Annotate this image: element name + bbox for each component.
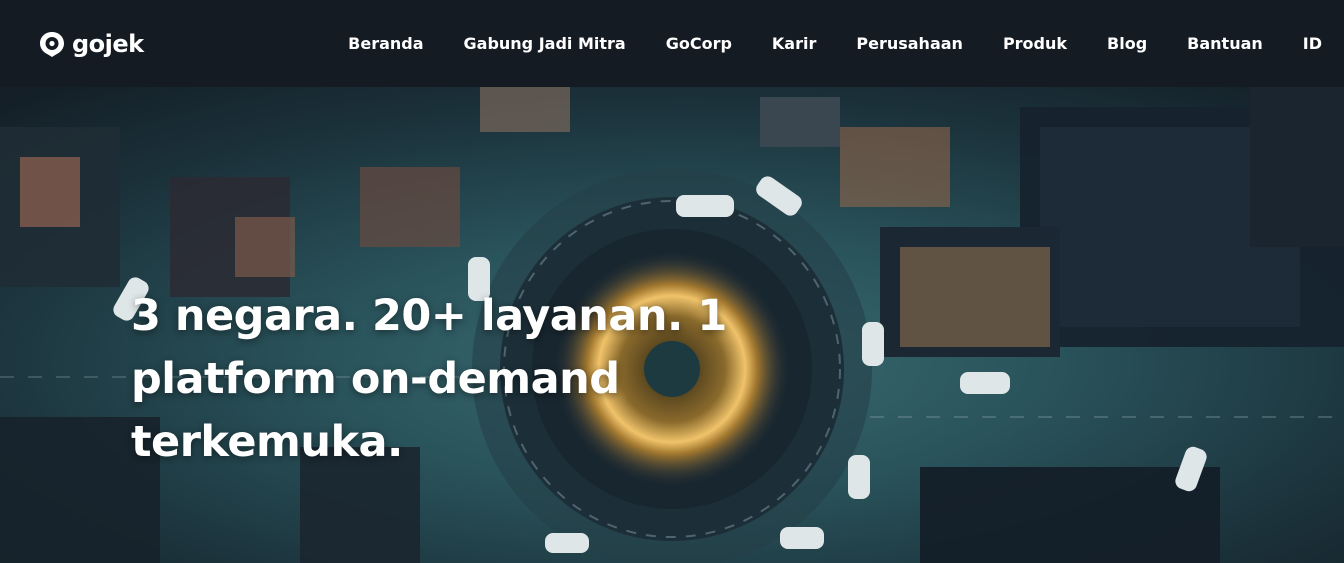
gojek-logo[interactable]: gojek (38, 28, 144, 60)
top-navigation-bar: gojek Beranda Gabung Jadi Mitra GoCorp K… (0, 0, 1344, 87)
nav-item-beranda[interactable]: Beranda (348, 34, 423, 53)
nav-menu: Beranda Gabung Jadi Mitra GoCorp Karir P… (308, 0, 1322, 87)
nav-item-blog[interactable]: Blog (1107, 34, 1147, 53)
nav-item-gabung-jadi-mitra[interactable]: Gabung Jadi Mitra (464, 34, 626, 53)
hero-headline: 3 negara. 20+ layanan. 1 platform on-dem… (131, 291, 727, 467)
nav-item-bantuan[interactable]: Bantuan (1187, 34, 1263, 53)
nav-item-produk[interactable]: Produk (1003, 34, 1067, 53)
gojek-logo-icon (40, 32, 64, 57)
nav-item-perusahaan[interactable]: Perusahaan (856, 34, 963, 53)
nav-item-gocorp[interactable]: GoCorp (666, 34, 732, 53)
nav-item-karir[interactable]: Karir (772, 34, 816, 53)
brand-name: gojek (72, 30, 144, 58)
hero-banner: 3 negara. 20+ layanan. 1 platform on-dem… (0, 87, 1344, 563)
language-selector[interactable]: ID (1303, 34, 1322, 53)
